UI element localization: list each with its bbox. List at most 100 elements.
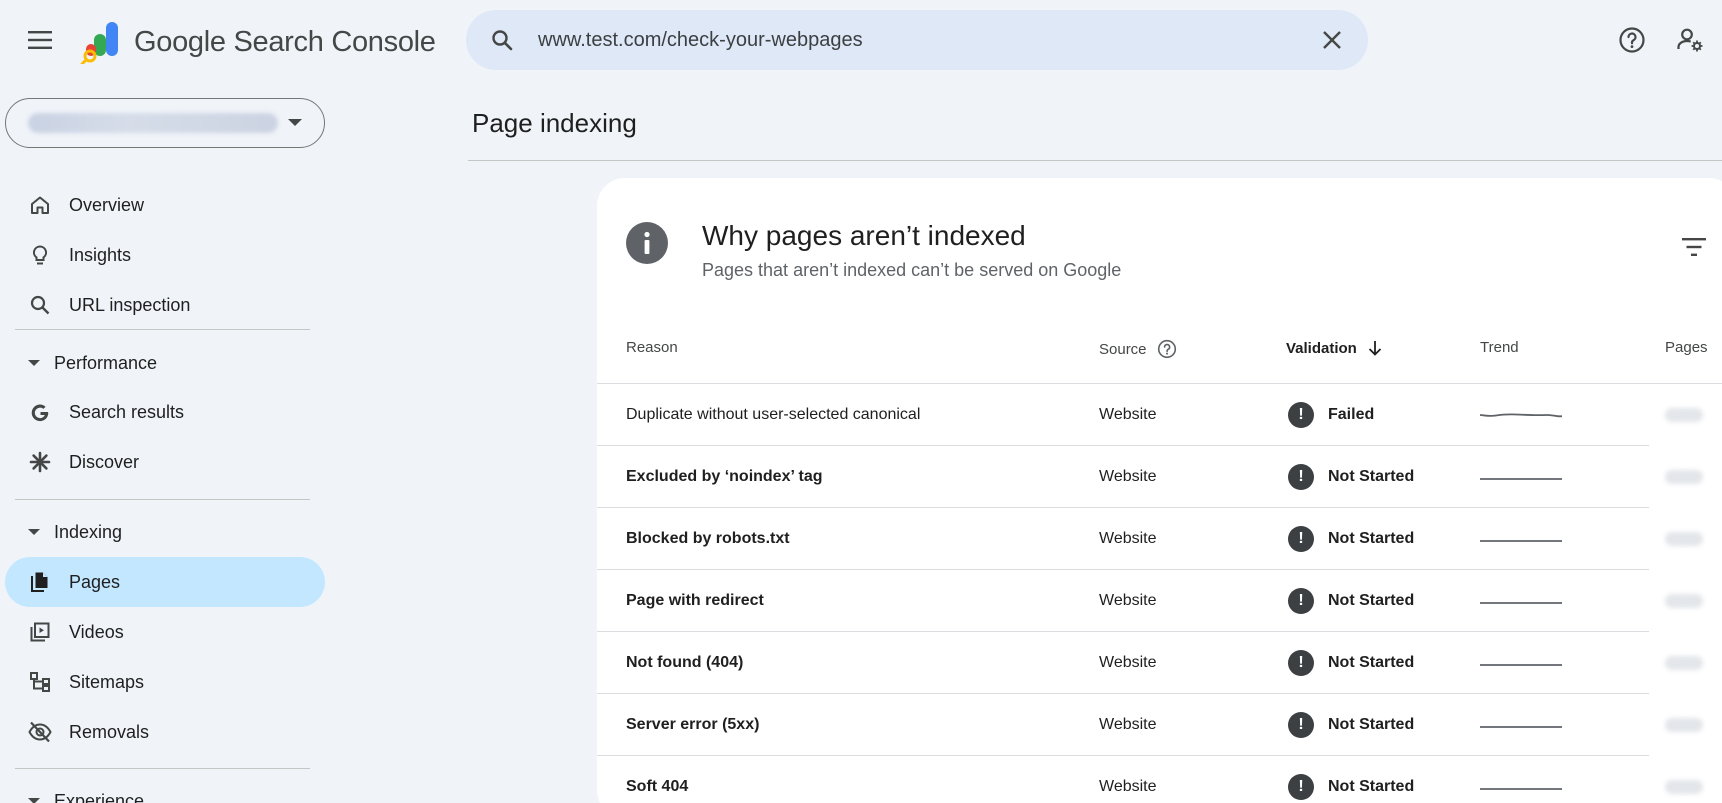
trend-sparkline (1480, 384, 1562, 446)
sidebar-divider (15, 329, 310, 330)
column-header-label: Reason (626, 339, 678, 356)
sidebar-item-label: Removals (69, 721, 150, 742)
table-row[interactable]: Duplicate without user-selected canonica… (597, 384, 1722, 446)
account-settings-button[interactable] (1672, 22, 1708, 58)
table-row[interactable]: Server error (5xx) Website ! Not Started (597, 694, 1722, 756)
validation-status: Failed (1328, 406, 1375, 423)
sidebar-item-url-inspection[interactable]: URL inspection (5, 280, 325, 330)
table-row[interactable]: Soft 404 Website ! Not Started (597, 756, 1722, 803)
sidebar-item-sitemaps[interactable]: Sitemaps (5, 657, 325, 707)
column-header-pages[interactable]: Pages (1665, 339, 1708, 356)
property-selector[interactable] (5, 98, 325, 148)
main-menu-button[interactable] (22, 22, 58, 58)
sidebar-item-removals[interactable]: Removals (5, 707, 325, 757)
column-header-source[interactable]: Source (1099, 339, 1177, 359)
sidebar-item-overview[interactable]: Overview (5, 180, 325, 230)
filter-list-icon (1682, 238, 1706, 256)
pages-count-redacted (1665, 384, 1703, 446)
video-library-icon (27, 619, 53, 645)
why-pages-not-indexed-card: Why pages aren’t indexed Pages that aren… (597, 178, 1722, 803)
validation-status: Not Started (1328, 592, 1415, 609)
pages-count-redacted (1665, 756, 1703, 803)
inspect-url-input[interactable] (538, 28, 1298, 52)
validation-status: Not Started (1328, 530, 1415, 547)
sidebar-item-insights[interactable]: Insights (5, 230, 325, 280)
sidebar-item-discover[interactable]: Discover (5, 437, 325, 487)
sidebar-item-label: Discover (69, 451, 140, 472)
trend-sparkline (1480, 508, 1562, 570)
sidebar-item-label: Sitemaps (69, 671, 145, 692)
help-button[interactable] (1614, 22, 1650, 58)
column-header-reason[interactable]: Reason (626, 339, 678, 356)
section-indexing[interactable]: Indexing (28, 517, 122, 547)
filter-button[interactable] (1677, 230, 1711, 264)
sidebar-divider (15, 768, 310, 769)
pages-count-redacted (1665, 694, 1703, 756)
property-name-redacted (28, 113, 278, 133)
sidebar-item-label: Overview (69, 194, 145, 215)
source-cell: Website (1099, 468, 1157, 485)
trend-sparkline (1480, 694, 1562, 756)
validation-cell: ! Not Started (1288, 632, 1414, 694)
validation-cell: ! Not Started (1288, 446, 1414, 508)
caret-down-icon (28, 360, 40, 366)
chevron-down-icon (288, 119, 302, 126)
card-subtitle: Pages that aren’t indexed can’t be serve… (702, 260, 1122, 280)
validation-status: Not Started (1328, 716, 1415, 733)
sidebar-item-search-results[interactable]: Search results (5, 387, 325, 437)
sidebar-divider (15, 499, 310, 500)
exclamation-icon: ! (1288, 712, 1314, 738)
close-icon (1323, 31, 1341, 49)
validation-cell: ! Not Started (1288, 508, 1414, 570)
section-performance[interactable]: Performance (28, 348, 157, 378)
column-header-validation[interactable]: Validation (1286, 339, 1383, 357)
validation-status: Not Started (1328, 654, 1415, 671)
source-cell: Website (1099, 530, 1157, 547)
source-cell: Website (1099, 654, 1157, 671)
source-cell: Website (1099, 716, 1157, 733)
pages-count-redacted (1665, 446, 1703, 508)
table-row[interactable]: Not found (404) Website ! Not Started (597, 632, 1722, 694)
sidebar: Overview Insights URL inspection Perform… (0, 80, 330, 803)
table-row[interactable]: Blocked by robots.txt Website ! Not Star… (597, 508, 1722, 570)
reason-cell: Server error (5xx) (626, 716, 760, 733)
sitemap-icon (27, 669, 53, 695)
exclamation-icon: ! (1288, 526, 1314, 552)
sidebar-item-label: URL inspection (69, 294, 191, 315)
section-label: Performance (54, 352, 158, 373)
validation-status: Not Started (1328, 468, 1415, 485)
reason-cell: Soft 404 (626, 778, 689, 795)
top-bar: Google Search Console (0, 0, 1722, 80)
google-g-icon (27, 399, 53, 425)
inspect-url-search-bar (466, 10, 1368, 70)
reason-cell: Duplicate without user-selected canonica… (626, 406, 921, 423)
reason-cell: Page with redirect (626, 592, 764, 609)
trend-sparkline (1480, 756, 1562, 803)
help-icon[interactable] (1157, 339, 1177, 359)
eye-off-icon (27, 719, 53, 745)
trend-sparkline (1480, 446, 1562, 508)
sidebar-item-label: Videos (69, 621, 124, 642)
sidebar-item-pages[interactable]: Pages (5, 557, 325, 607)
help-icon (1619, 27, 1645, 53)
search-console-logo[interactable]: Google Search Console (80, 20, 436, 64)
source-cell: Website (1099, 592, 1157, 609)
search-icon (27, 292, 53, 318)
clear-search-button[interactable] (1316, 24, 1348, 56)
validation-cell: ! Failed (1288, 384, 1374, 446)
source-cell: Website (1099, 778, 1157, 795)
section-experience[interactable]: Experience (28, 786, 144, 803)
sidebar-item-videos[interactable]: Videos (5, 607, 325, 657)
pages-icon (27, 569, 53, 595)
table-row[interactable]: Excluded by ‘noindex’ tag Website ! Not … (597, 446, 1722, 508)
reason-cell: Not found (404) (626, 654, 744, 671)
column-header-trend: Trend (1480, 339, 1519, 356)
caret-down-icon (28, 529, 40, 535)
validation-cell: ! Not Started (1288, 756, 1414, 803)
column-header-label: Source (1099, 340, 1147, 358)
validation-status: Not Started (1328, 778, 1415, 795)
table-row[interactable]: Page with redirect Website ! Not Started (597, 570, 1722, 632)
app-title: Google Search Console (134, 25, 436, 58)
search-icon[interactable] (488, 26, 516, 54)
reason-cell: Blocked by robots.txt (626, 530, 790, 547)
